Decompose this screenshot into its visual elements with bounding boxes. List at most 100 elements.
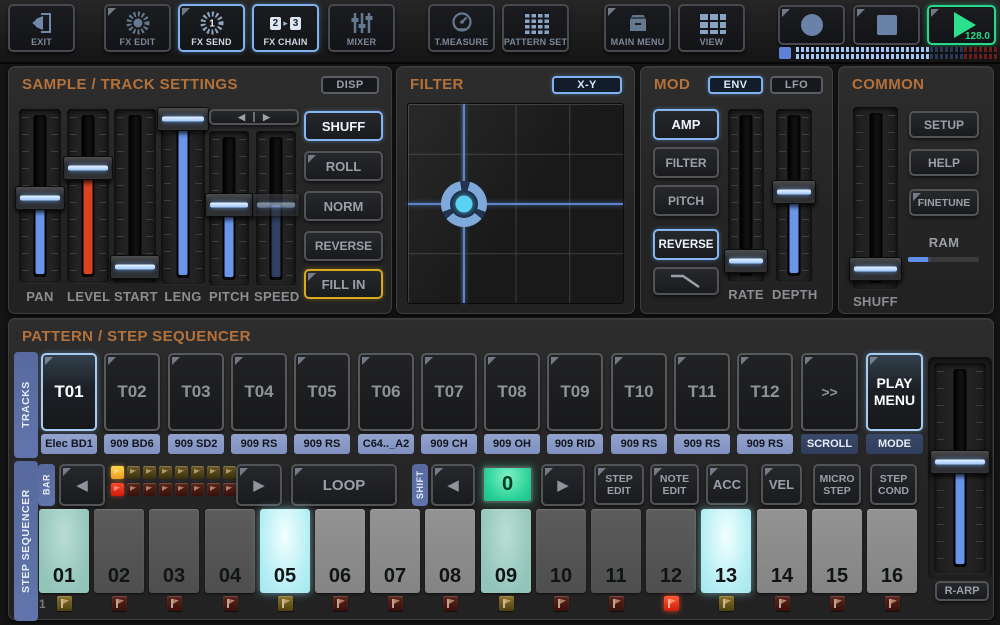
fader-handle[interactable] [157, 107, 209, 131]
vel-button[interactable]: VEL [761, 464, 802, 505]
track-button-t10[interactable]: T10 [611, 353, 667, 431]
mod-filter-button[interactable]: FILTER [653, 147, 719, 178]
track-scroll-button[interactable]: >> [801, 353, 858, 431]
micro-step-button[interactable]: MICROSTEP [813, 464, 861, 505]
disp-button[interactable]: DISP [321, 76, 379, 94]
fader-handle[interactable] [252, 193, 300, 217]
rate-fader[interactable] [728, 109, 764, 282]
view-button[interactable]: VIEW [678, 4, 745, 52]
pitch-fader[interactable] [209, 131, 249, 286]
exit-button[interactable]: EXIT [8, 4, 75, 52]
loop-button[interactable]: LOOP [291, 464, 397, 506]
bar-prev-button[interactable]: ◀ [59, 464, 105, 506]
step-cell-02[interactable]: 02 [94, 509, 144, 593]
filter-xy-pad[interactable] [407, 103, 624, 304]
step-cell-05[interactable]: 05 [260, 509, 310, 593]
main-menu-button[interactable]: MAIN MENU [604, 4, 671, 52]
track-button-t12[interactable]: T12 [737, 353, 793, 431]
step-cell-07[interactable]: 07 [370, 509, 420, 593]
fill-in-button[interactable]: FILL IN [304, 269, 383, 299]
step-cell-14[interactable]: 14 [757, 509, 807, 593]
shift-left-button[interactable]: ◀ [431, 464, 475, 506]
fader-handle[interactable] [63, 156, 113, 180]
track-button-t06[interactable]: T06 [358, 353, 414, 431]
step-cell-16[interactable]: 16 [867, 509, 917, 593]
track-button-t02[interactable]: T02 [104, 353, 160, 431]
speed-fader[interactable] [256, 131, 296, 286]
sequencer-side-fader[interactable] [934, 363, 986, 573]
track-button-t05[interactable]: T05 [294, 353, 350, 431]
fx-chain-button[interactable]: 2 ▸ 3 FX CHAIN [252, 4, 319, 52]
bar-indicator [111, 466, 124, 479]
help-button[interactable]: HELP [909, 149, 979, 176]
setup-button[interactable]: SETUP [909, 111, 979, 138]
play-button[interactable]: 128.0 [927, 5, 996, 45]
leng-fader[interactable] [161, 107, 205, 284]
nav-left-arrow-icon[interactable]: ◀ [238, 112, 245, 123]
step-cell-04[interactable]: 04 [205, 509, 255, 593]
stop-button[interactable] [853, 5, 920, 45]
mixer-button[interactable]: MIXER [328, 4, 395, 52]
xy-cursor-puck[interactable] [441, 181, 487, 227]
roll-button[interactable]: ROLL [304, 151, 383, 181]
fx-send-label: FX SEND [191, 37, 231, 47]
norm-button[interactable]: NORM [304, 191, 383, 221]
fader-handle[interactable] [110, 255, 160, 279]
nav-right-arrow-icon[interactable]: ▶ [263, 112, 270, 123]
mod-pitch-button[interactable]: PITCH [653, 185, 719, 216]
fader-handle[interactable] [205, 193, 253, 217]
step-cell-09[interactable]: 09 [481, 509, 531, 593]
env-tab[interactable]: ENV [708, 76, 763, 94]
record-button[interactable] [778, 5, 845, 45]
step-cell-10[interactable]: 10 [536, 509, 586, 593]
note-edit-button[interactable]: NOTEEDIT [650, 464, 699, 505]
track-button-t03[interactable]: T03 [168, 353, 224, 431]
step-cell-15[interactable]: 15 [812, 509, 862, 593]
track-button-t04[interactable]: T04 [231, 353, 287, 431]
fader-handle[interactable] [724, 249, 768, 273]
step-flag-icon [333, 596, 348, 611]
t-measure-button[interactable]: T.MEASURE [428, 4, 495, 52]
acc-button[interactable]: ACC [706, 464, 748, 505]
fx-send-button[interactable]: 1 FX SEND [178, 4, 245, 52]
common-shuff-fader[interactable] [853, 107, 898, 289]
lfo-tab[interactable]: LFO [770, 76, 823, 94]
track-button-t01[interactable]: T01 [41, 353, 97, 431]
track-button-t09[interactable]: T09 [547, 353, 603, 431]
reverse-button[interactable]: REVERSE [304, 231, 383, 261]
mod-reverse-button[interactable]: REVERSE [653, 229, 719, 260]
step-cell-08[interactable]: 08 [425, 509, 475, 593]
step-cell-13[interactable]: 13 [701, 509, 751, 593]
depth-fader[interactable] [776, 109, 812, 282]
fader-handle[interactable] [930, 450, 990, 474]
step-flag-icon [278, 596, 293, 611]
fader-handle[interactable] [849, 257, 902, 281]
fader-handle[interactable] [15, 186, 65, 210]
step-cell-06[interactable]: 06 [315, 509, 365, 593]
track-button-t08[interactable]: T08 [484, 353, 540, 431]
fader-page-nav[interactable]: ◀ ▶ [209, 109, 299, 125]
step-cell-03[interactable]: 03 [149, 509, 199, 593]
pattern-set-button[interactable]: PATTERN SET [502, 4, 569, 52]
level-fader[interactable] [67, 109, 109, 283]
pan-fader[interactable] [19, 109, 61, 283]
envelope-shape-button[interactable] [653, 267, 719, 295]
shuff-button[interactable]: SHUFF [304, 111, 383, 141]
bar-next-button[interactable]: ▶ [236, 464, 282, 506]
fx-edit-button[interactable]: FX EDIT [104, 4, 171, 52]
track-button-t07[interactable]: T07 [421, 353, 477, 431]
shift-right-button[interactable]: ▶ [541, 464, 585, 506]
r-arp-button[interactable]: R-ARP [935, 581, 989, 601]
play-menu-button[interactable]: PLAY MENU [866, 353, 923, 431]
step-edit-button[interactable]: STEPEDIT [594, 464, 644, 505]
step-cell-01[interactable]: 01 [39, 509, 89, 593]
step-cond-button[interactable]: STEPCOND [870, 464, 917, 505]
finetune-button[interactable]: FINETUNE [909, 189, 979, 216]
step-cell-12[interactable]: 12 [646, 509, 696, 593]
xy-mode-button[interactable]: X-Y [552, 76, 622, 94]
step-cell-11[interactable]: 11 [591, 509, 641, 593]
start-fader[interactable] [114, 109, 156, 283]
track-button-t11[interactable]: T11 [674, 353, 730, 431]
amp-button[interactable]: AMP [653, 109, 719, 140]
fader-handle[interactable] [772, 180, 816, 204]
